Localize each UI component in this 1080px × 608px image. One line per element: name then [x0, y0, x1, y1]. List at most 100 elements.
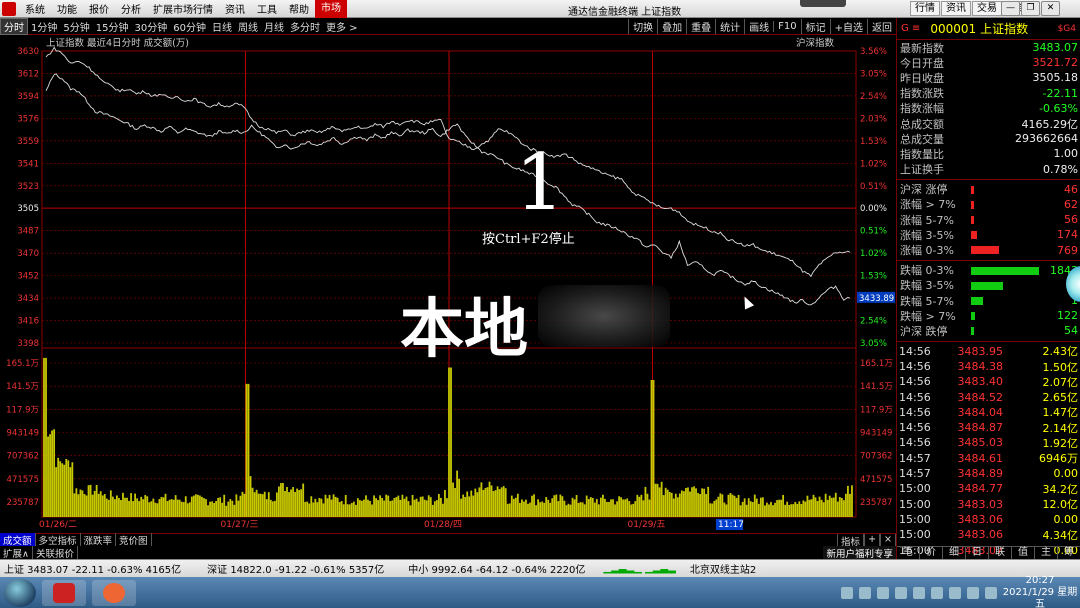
tab-60min[interactable]: 60分钟: [170, 19, 209, 34]
breadth-label: 涨幅 0-3%: [900, 244, 954, 258]
tab-monthly[interactable]: 月线: [261, 19, 287, 34]
tick-row[interactable]: 15:00 3483.06 0.00: [897, 512, 1080, 527]
trade-button[interactable]: 交易: [972, 1, 1002, 16]
breadth-label: 沪深 涨停: [900, 183, 948, 197]
tab-intraday[interactable]: 分时: [0, 17, 28, 35]
tick-row[interactable]: 14:56 3484.52 2.65亿: [897, 389, 1080, 405]
start-button[interactable]: [4, 578, 36, 607]
tab-1min[interactable]: 1分钟: [28, 19, 60, 34]
overlay-button[interactable]: 叠加: [657, 19, 686, 34]
blurred-region: [538, 285, 670, 347]
sz-index-summary[interactable]: 深证 14822.0 -91.22 -0.61% 5357亿: [203, 561, 388, 576]
tab-30min[interactable]: 30分钟: [131, 19, 170, 34]
menu-market[interactable]: 市场: [315, 0, 347, 18]
tick-row[interactable]: 14:56 3483.95 2.43亿: [897, 344, 1080, 359]
menu-help[interactable]: 帮助: [283, 1, 315, 16]
tab-advance-decline[interactable]: 涨跌率: [81, 533, 117, 547]
related-quote-button[interactable]: 关联报价: [33, 545, 78, 560]
taskbar: 20:27 2021/1/29 星期五: [0, 575, 1080, 608]
tick-row[interactable]: 14:56 3483.40 2.07亿: [897, 374, 1080, 389]
tray-icon[interactable]: [913, 586, 925, 599]
tick-row[interactable]: 14:56 3484.04 1.47亿: [897, 405, 1080, 420]
volume-icon[interactable]: [967, 586, 979, 599]
quote-tab[interactable]: 值: [1012, 547, 1035, 559]
tray-icon[interactable]: [841, 586, 853, 599]
overlap-button[interactable]: 重叠: [686, 19, 715, 34]
quote-tab[interactable]: 联: [989, 547, 1012, 559]
quote-tab[interactable]: 价: [920, 547, 943, 559]
minimize-icon[interactable]: —: [1001, 1, 1020, 16]
price-tick-label: 3434: [17, 294, 39, 304]
server-name[interactable]: 北京双线主站2: [686, 561, 760, 576]
x-tick-label: 01/29/五: [628, 520, 666, 530]
taskbar-second-app[interactable]: [92, 579, 136, 606]
tick-price: 3484.77: [957, 482, 1004, 496]
quote-row: 指数涨跌 -22.11: [897, 86, 1080, 101]
new-user-promo[interactable]: 新用户福利专享: [823, 546, 896, 560]
tab-auction[interactable]: 竞价图: [116, 533, 152, 547]
app-logo-icon: [2, 1, 16, 16]
expand-button[interactable]: 扩展∧: [0, 545, 33, 560]
tab-daily[interactable]: 日线: [209, 19, 235, 34]
switch-button[interactable]: 切换: [628, 19, 657, 34]
sme-index-summary[interactable]: 中小 9992.64 -64.12 -0.64% 2220亿: [404, 561, 589, 576]
mark-button[interactable]: 标记: [800, 19, 830, 34]
menu-quote[interactable]: 报价: [83, 1, 115, 16]
series-line: [45, 46, 851, 278]
draw-button[interactable]: 画线: [744, 19, 773, 34]
pct-tick-label: 2.54%: [860, 92, 887, 102]
tick-row[interactable]: 14:56 3484.38 1.50亿: [897, 359, 1080, 374]
quote-value: 3505.18: [1032, 71, 1079, 85]
quote-tab[interactable]: 日: [966, 547, 989, 559]
tab-5min[interactable]: 5分钟: [60, 19, 92, 34]
menu-system[interactable]: 系统: [19, 1, 51, 16]
pct-tick-label: 3.05%: [860, 339, 887, 349]
menu-ext-market[interactable]: 扩展市场行情: [147, 1, 219, 16]
tick-row[interactable]: 14:56 3484.87 2.14亿: [897, 420, 1080, 435]
network-icon[interactable]: [985, 586, 997, 599]
tray-icon[interactable]: [859, 586, 871, 599]
quote-tab[interactable]: 主: [1035, 547, 1058, 559]
tdx-app-icon: [53, 582, 75, 603]
tray-icon[interactable]: [931, 586, 943, 599]
menu-analysis[interactable]: 分析: [115, 1, 147, 16]
x-tick-label: 01/27/三: [221, 520, 259, 530]
stats-button[interactable]: 统计: [715, 19, 744, 34]
back-button[interactable]: 返回: [867, 19, 896, 34]
quote-tab[interactable]: 笔: [897, 547, 920, 559]
f10-button[interactable]: F10: [773, 21, 800, 32]
restore-icon[interactable]: ❐: [1021, 1, 1040, 16]
second-app-icon: [103, 582, 125, 603]
group-menu-icon[interactable]: G ≡: [897, 23, 924, 34]
menu-function[interactable]: 功能: [51, 1, 83, 16]
close-icon[interactable]: ✕: [1041, 1, 1060, 16]
price-tick-label: 3505: [17, 204, 39, 214]
quote-tab[interactable]: 细: [943, 547, 966, 559]
tab-multi-intraday[interactable]: 多分时: [287, 19, 323, 34]
taskbar-clock[interactable]: 20:27 2021/1/29 星期五: [1000, 575, 1080, 608]
quote-tab[interactable]: 筹: [1058, 547, 1080, 559]
tick-row[interactable]: 15:00 3483.06 4.34亿: [897, 527, 1080, 542]
menu-tools[interactable]: 工具: [251, 1, 283, 16]
taskbar-tdx-app[interactable]: [42, 579, 86, 606]
tick-list[interactable]: 14:56 3483.95 2.43亿 14:56 3484.38 1.50亿 14:56 3…: [897, 344, 1080, 558]
tab-15min[interactable]: 15分钟: [93, 19, 132, 34]
tick-row[interactable]: 14:56 3485.03 1.92亿: [897, 435, 1080, 450]
tab-weekly[interactable]: 周线: [235, 19, 261, 34]
quote-panel: G ≡ 000001 上证指数 $G4 最新指数 3483.07 今日开盘 3521.…: [896, 18, 1080, 559]
volume-tick-label: 235787: [7, 498, 39, 508]
menu-news[interactable]: 资讯: [219, 1, 251, 16]
quote-button[interactable]: 行情: [910, 1, 940, 16]
news-button[interactable]: 资讯: [941, 1, 971, 16]
sh-index-summary[interactable]: 上证 3483.07 -22.11 -0.63% 4165亿: [0, 561, 185, 576]
tick-row[interactable]: 14:57 3484.89 0.00: [897, 466, 1080, 481]
tick-row[interactable]: 15:00 3483.03 12.0亿: [897, 497, 1080, 512]
tick-row[interactable]: 14:57 3484.61 6946万: [897, 451, 1080, 466]
tray-icon[interactable]: [949, 586, 961, 599]
tray-icon[interactable]: [895, 586, 907, 599]
tick-price: 3483.06: [957, 528, 1004, 542]
add-watchlist-button[interactable]: +自选: [829, 19, 867, 34]
tick-row[interactable]: 15:00 3484.77 34.2亿: [897, 481, 1080, 496]
tab-more[interactable]: 更多 >: [323, 19, 361, 34]
tray-icon[interactable]: [877, 586, 889, 599]
